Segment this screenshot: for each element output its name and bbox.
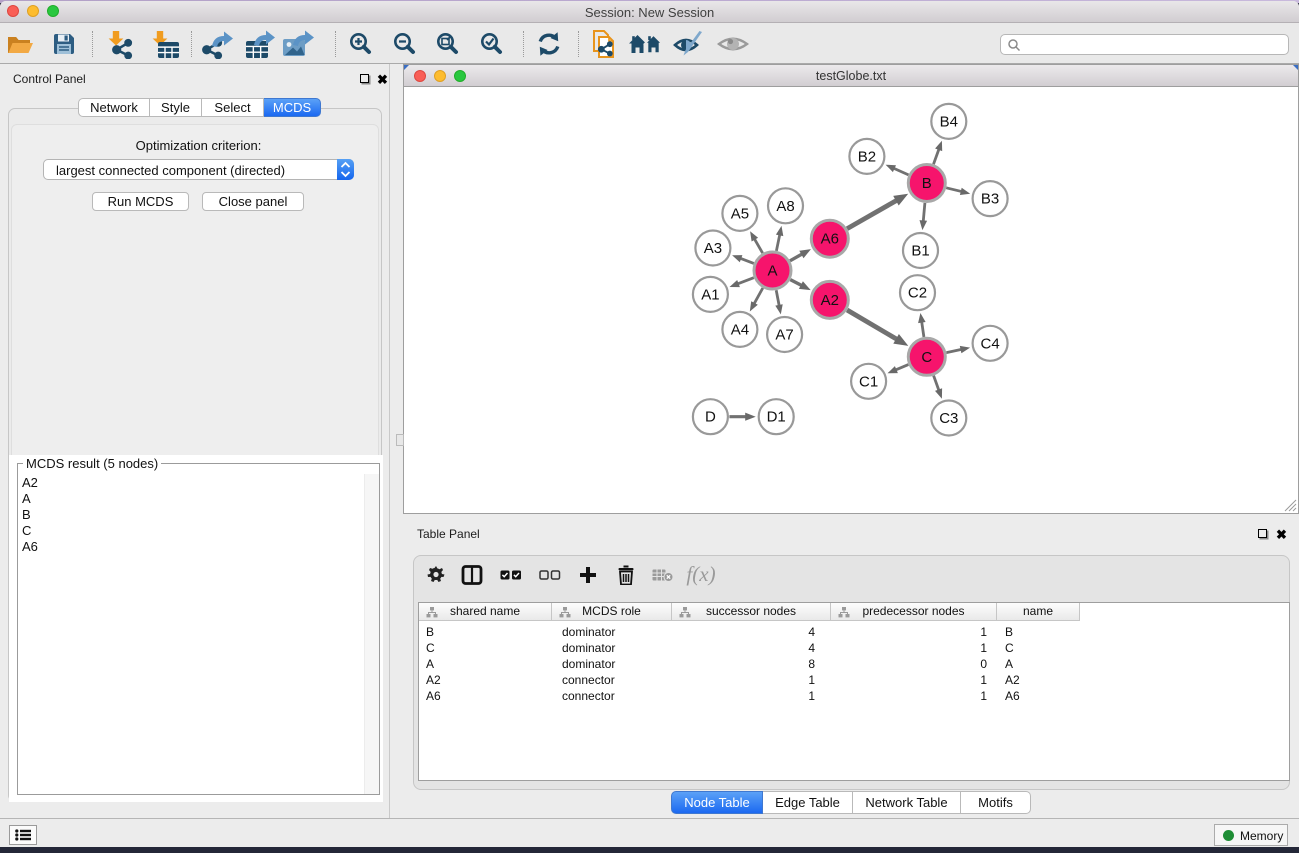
svg-text:C2: C2 [908, 285, 927, 302]
svg-text:C4: C4 [981, 335, 1000, 352]
svg-text:B: B [922, 175, 932, 192]
svg-text:D: D [705, 409, 716, 426]
svg-text:C: C [921, 349, 932, 366]
svg-text:A6: A6 [821, 231, 839, 248]
svg-text:C3: C3 [939, 410, 958, 427]
svg-text:A4: A4 [731, 321, 749, 338]
svg-text:A5: A5 [731, 205, 749, 222]
svg-text:A2: A2 [821, 292, 839, 309]
svg-text:A: A [767, 263, 777, 280]
svg-text:A8: A8 [776, 198, 794, 215]
svg-text:D1: D1 [767, 409, 786, 426]
svg-text:A3: A3 [704, 240, 722, 257]
svg-text:C1: C1 [859, 373, 878, 390]
svg-text:B4: B4 [940, 113, 958, 130]
svg-text:B2: B2 [858, 148, 876, 165]
svg-text:A7: A7 [775, 327, 793, 344]
svg-text:B3: B3 [981, 191, 999, 208]
svg-text:B1: B1 [911, 243, 929, 260]
svg-text:A1: A1 [701, 286, 719, 303]
